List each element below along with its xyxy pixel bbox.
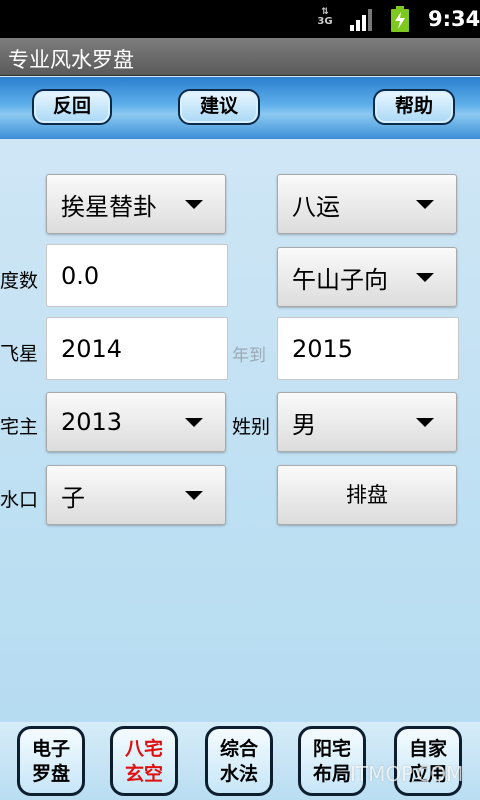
chevron-down-icon [416, 273, 434, 282]
help-button[interactable]: 帮助 [373, 89, 455, 125]
year-to-label: 年到 [232, 346, 266, 366]
method-value: 挨星替卦 [61, 192, 157, 221]
direction-value: 午山子向 [292, 265, 388, 294]
year-to-input[interactable]: 2015 [277, 317, 459, 380]
arrange-button[interactable]: 排盘 [277, 465, 457, 525]
year-to-value: 2015 [292, 334, 354, 363]
nav-compass-line2: 罗盘 [31, 763, 70, 785]
suggest-button[interactable]: 建议 [178, 89, 260, 125]
clock: 9:34 [428, 7, 480, 31]
title-bar: 专业风水罗盘 [0, 38, 480, 76]
water-value: 子 [61, 483, 85, 512]
chevron-down-icon [416, 418, 434, 427]
year-from-value: 2014 [61, 334, 123, 363]
chevron-down-icon [185, 418, 203, 427]
nav-compass[interactable]: 电子 罗盘 [17, 726, 85, 796]
year-from-input[interactable]: 2014 [46, 317, 228, 380]
nav-water-line1: 综合 [219, 738, 258, 760]
nav-home-line1: 自家 [408, 738, 447, 760]
nav-layout-line1: 阳宅 [312, 738, 351, 760]
chevron-down-icon [185, 491, 203, 500]
gender-value: 男 [292, 410, 316, 439]
status-bar: ⇅ 3G 9:34 [0, 0, 480, 38]
network-3g-icon: ⇅ 3G [317, 7, 333, 28]
watermark: ITMOP.COM [350, 762, 464, 786]
gender-label: 姓别 [232, 416, 271, 438]
degree-input[interactable]: 0.0 [46, 244, 228, 307]
bottom-nav: 电子 罗盘 八宅 玄空 综合 水法 阳宅 布局 自家 应用 [0, 722, 480, 800]
nav-water-method[interactable]: 综合 水法 [205, 726, 273, 796]
battery-charging-icon [391, 6, 409, 32]
owner-year-dropdown[interactable]: 2013 [46, 392, 226, 452]
direction-dropdown[interactable]: 午山子向 [277, 247, 457, 307]
nav-bazhai-xuankong[interactable]: 八宅 玄空 [110, 726, 178, 796]
back-button[interactable]: 反回 [32, 89, 112, 125]
chevron-down-icon [416, 200, 434, 209]
period-dropdown[interactable]: 八运 [277, 174, 457, 234]
method-dropdown[interactable]: 挨星替卦 [46, 174, 226, 234]
owner-label: 宅主 [0, 416, 39, 438]
network-label: 3G [317, 16, 333, 27]
nav-compass-line1: 电子 [31, 738, 70, 760]
degree-value: 0.0 [61, 261, 100, 290]
degree-label: 度数 [0, 270, 39, 292]
water-label: 水口 [0, 489, 39, 511]
main-panel: 挨星替卦 八运 度数 0.0 午山子向 飞星 2014 年到 2015 宅主 2… [0, 139, 480, 722]
signal-icon [350, 9, 372, 31]
nav-water-line2: 水法 [219, 763, 258, 785]
period-value: 八运 [292, 192, 340, 221]
flying-star-label: 飞星 [0, 343, 39, 365]
app-title: 专业风水罗盘 [8, 48, 134, 72]
chevron-down-icon [185, 200, 203, 209]
owner-year-value: 2013 [61, 408, 123, 436]
nav-bazhai-line1: 八宅 [124, 738, 163, 760]
top-toolbar: 反回 建议 帮助 [0, 77, 480, 139]
nav-bazhai-line2: 玄空 [124, 763, 163, 785]
gender-dropdown[interactable]: 男 [277, 392, 457, 452]
water-dropdown[interactable]: 子 [46, 465, 226, 525]
